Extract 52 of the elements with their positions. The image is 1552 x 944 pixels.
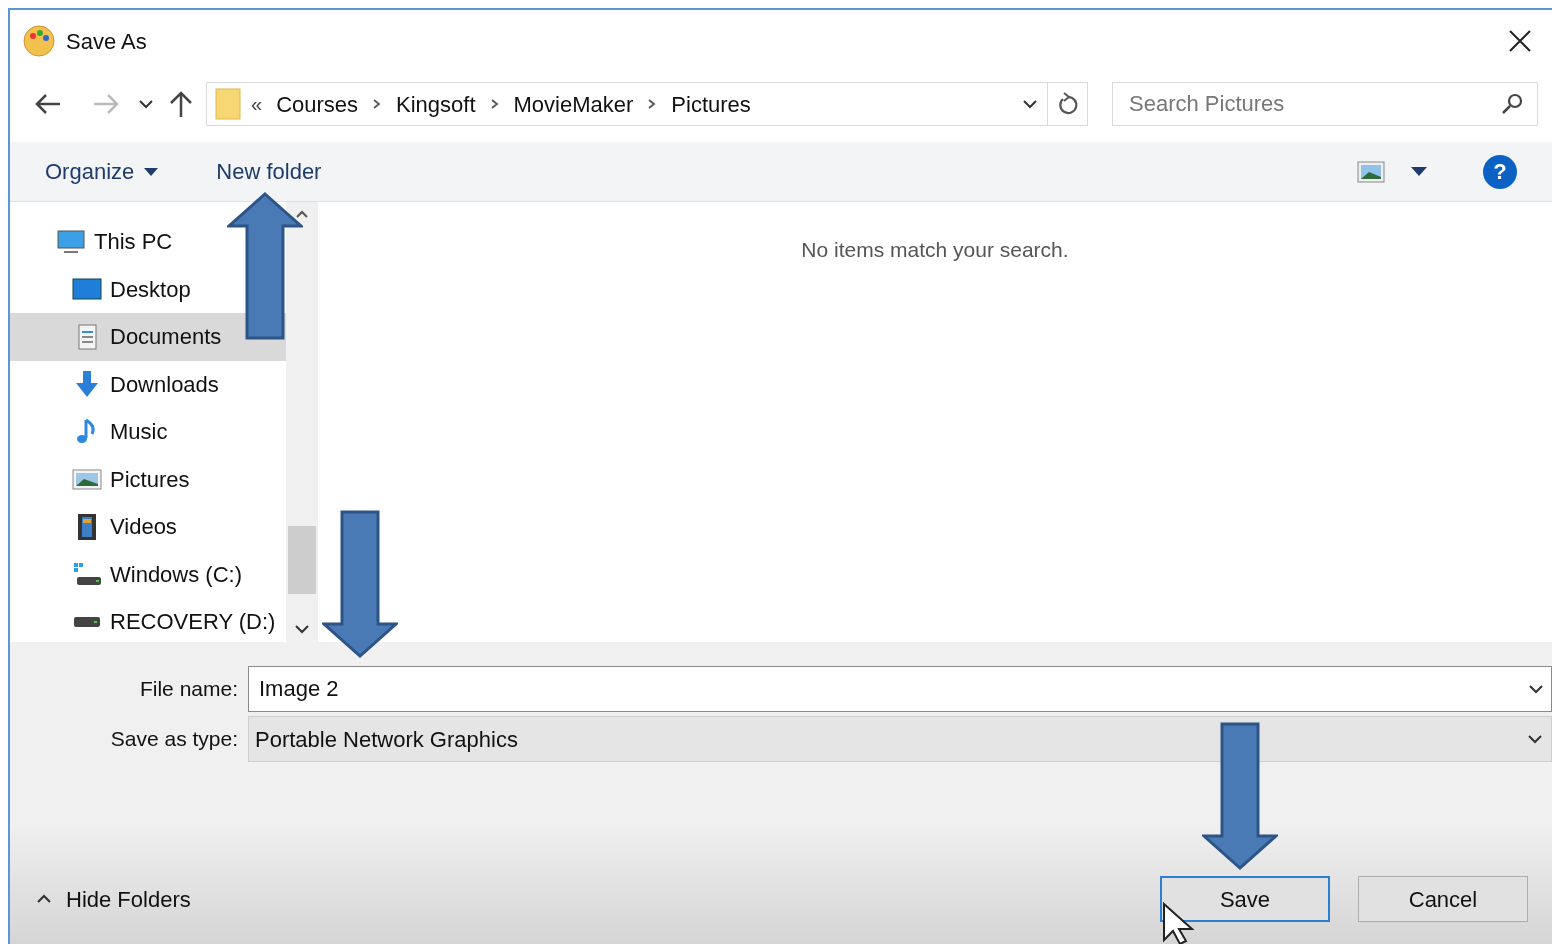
address-bar[interactable]: « Courses Kingsoft MovieMaker Pictures [206, 82, 1088, 126]
breadcrumb[interactable]: Kingsoft [396, 87, 476, 121]
computer-icon [56, 227, 86, 256]
nav-item[interactable]: Music [72, 408, 168, 456]
nav-item[interactable]: Documents [72, 313, 222, 361]
dropdown-chevron-icon [1528, 684, 1544, 694]
breadcrumb[interactable]: MovieMaker [513, 87, 634, 121]
window-title: Save As [66, 27, 147, 56]
breadcrumb-chevron-icon[interactable] [489, 98, 500, 110]
breadcrumb-chevron-icon[interactable] [372, 98, 383, 110]
scroll-up-icon[interactable] [295, 210, 309, 218]
drive-icon [72, 616, 102, 627]
breadcrumb-chevron-icon[interactable] [647, 98, 658, 110]
close-icon [1508, 29, 1532, 53]
search-field[interactable]: Search Pictures [1112, 82, 1538, 126]
organize-menu[interactable]: Organize [45, 155, 159, 188]
new-folder-button[interactable]: New folder [216, 155, 322, 188]
scroll-down-icon [294, 624, 310, 634]
dropdown-chevron-icon [1527, 734, 1543, 744]
nav-item[interactable]: Desktop [72, 265, 191, 313]
type-dropdown[interactable]: Portable Network Graphics [248, 716, 1552, 762]
picture-view-icon[interactable] [1357, 160, 1385, 183]
nav-item[interactable]: Videos [72, 503, 177, 551]
recent-locations-chevron-icon [138, 99, 154, 109]
scrollbar[interactable] [286, 202, 318, 642]
nav-item[interactable]: Downloads [72, 360, 219, 408]
view-caret-icon[interactable] [1411, 167, 1427, 176]
nav-item[interactable]: RECOVERY (D:) [72, 598, 276, 642]
search-icon [1500, 92, 1524, 116]
field-label: File name: [138, 676, 239, 703]
paint-palette-icon [22, 24, 56, 58]
nav-item[interactable]: Pictures [72, 455, 190, 503]
hide-folders-button[interactable]: Hide Folders [36, 882, 191, 916]
dropdown-caret-icon [144, 167, 159, 176]
up-arrow-icon[interactable] [168, 90, 194, 118]
file-name-field[interactable]: Image 2 [248, 666, 1552, 712]
field-label: Save as type: [109, 726, 239, 753]
nav-item[interactable]: This PC [56, 218, 173, 266]
scrollbar-thumb[interactable] [288, 526, 316, 594]
nav-item[interactable]: Windows (C:) [72, 550, 242, 598]
help-button[interactable]: ? [1483, 154, 1517, 189]
back-arrow-icon[interactable] [34, 92, 62, 116]
breadcrumb[interactable]: Pictures [671, 87, 751, 121]
folder-icon [215, 88, 241, 120]
overflow-chevrons[interactable]: « [251, 89, 263, 119]
cancel-button[interactable]: Cancel [1358, 876, 1528, 922]
save-button[interactable]: Save [1160, 876, 1330, 922]
chevron-up-icon [36, 894, 52, 904]
chevron-down-icon [1022, 99, 1038, 109]
empty-message: No items match your search. [801, 237, 1069, 263]
refresh-icon [1056, 92, 1079, 116]
breadcrumb[interactable]: Courses [276, 87, 359, 121]
